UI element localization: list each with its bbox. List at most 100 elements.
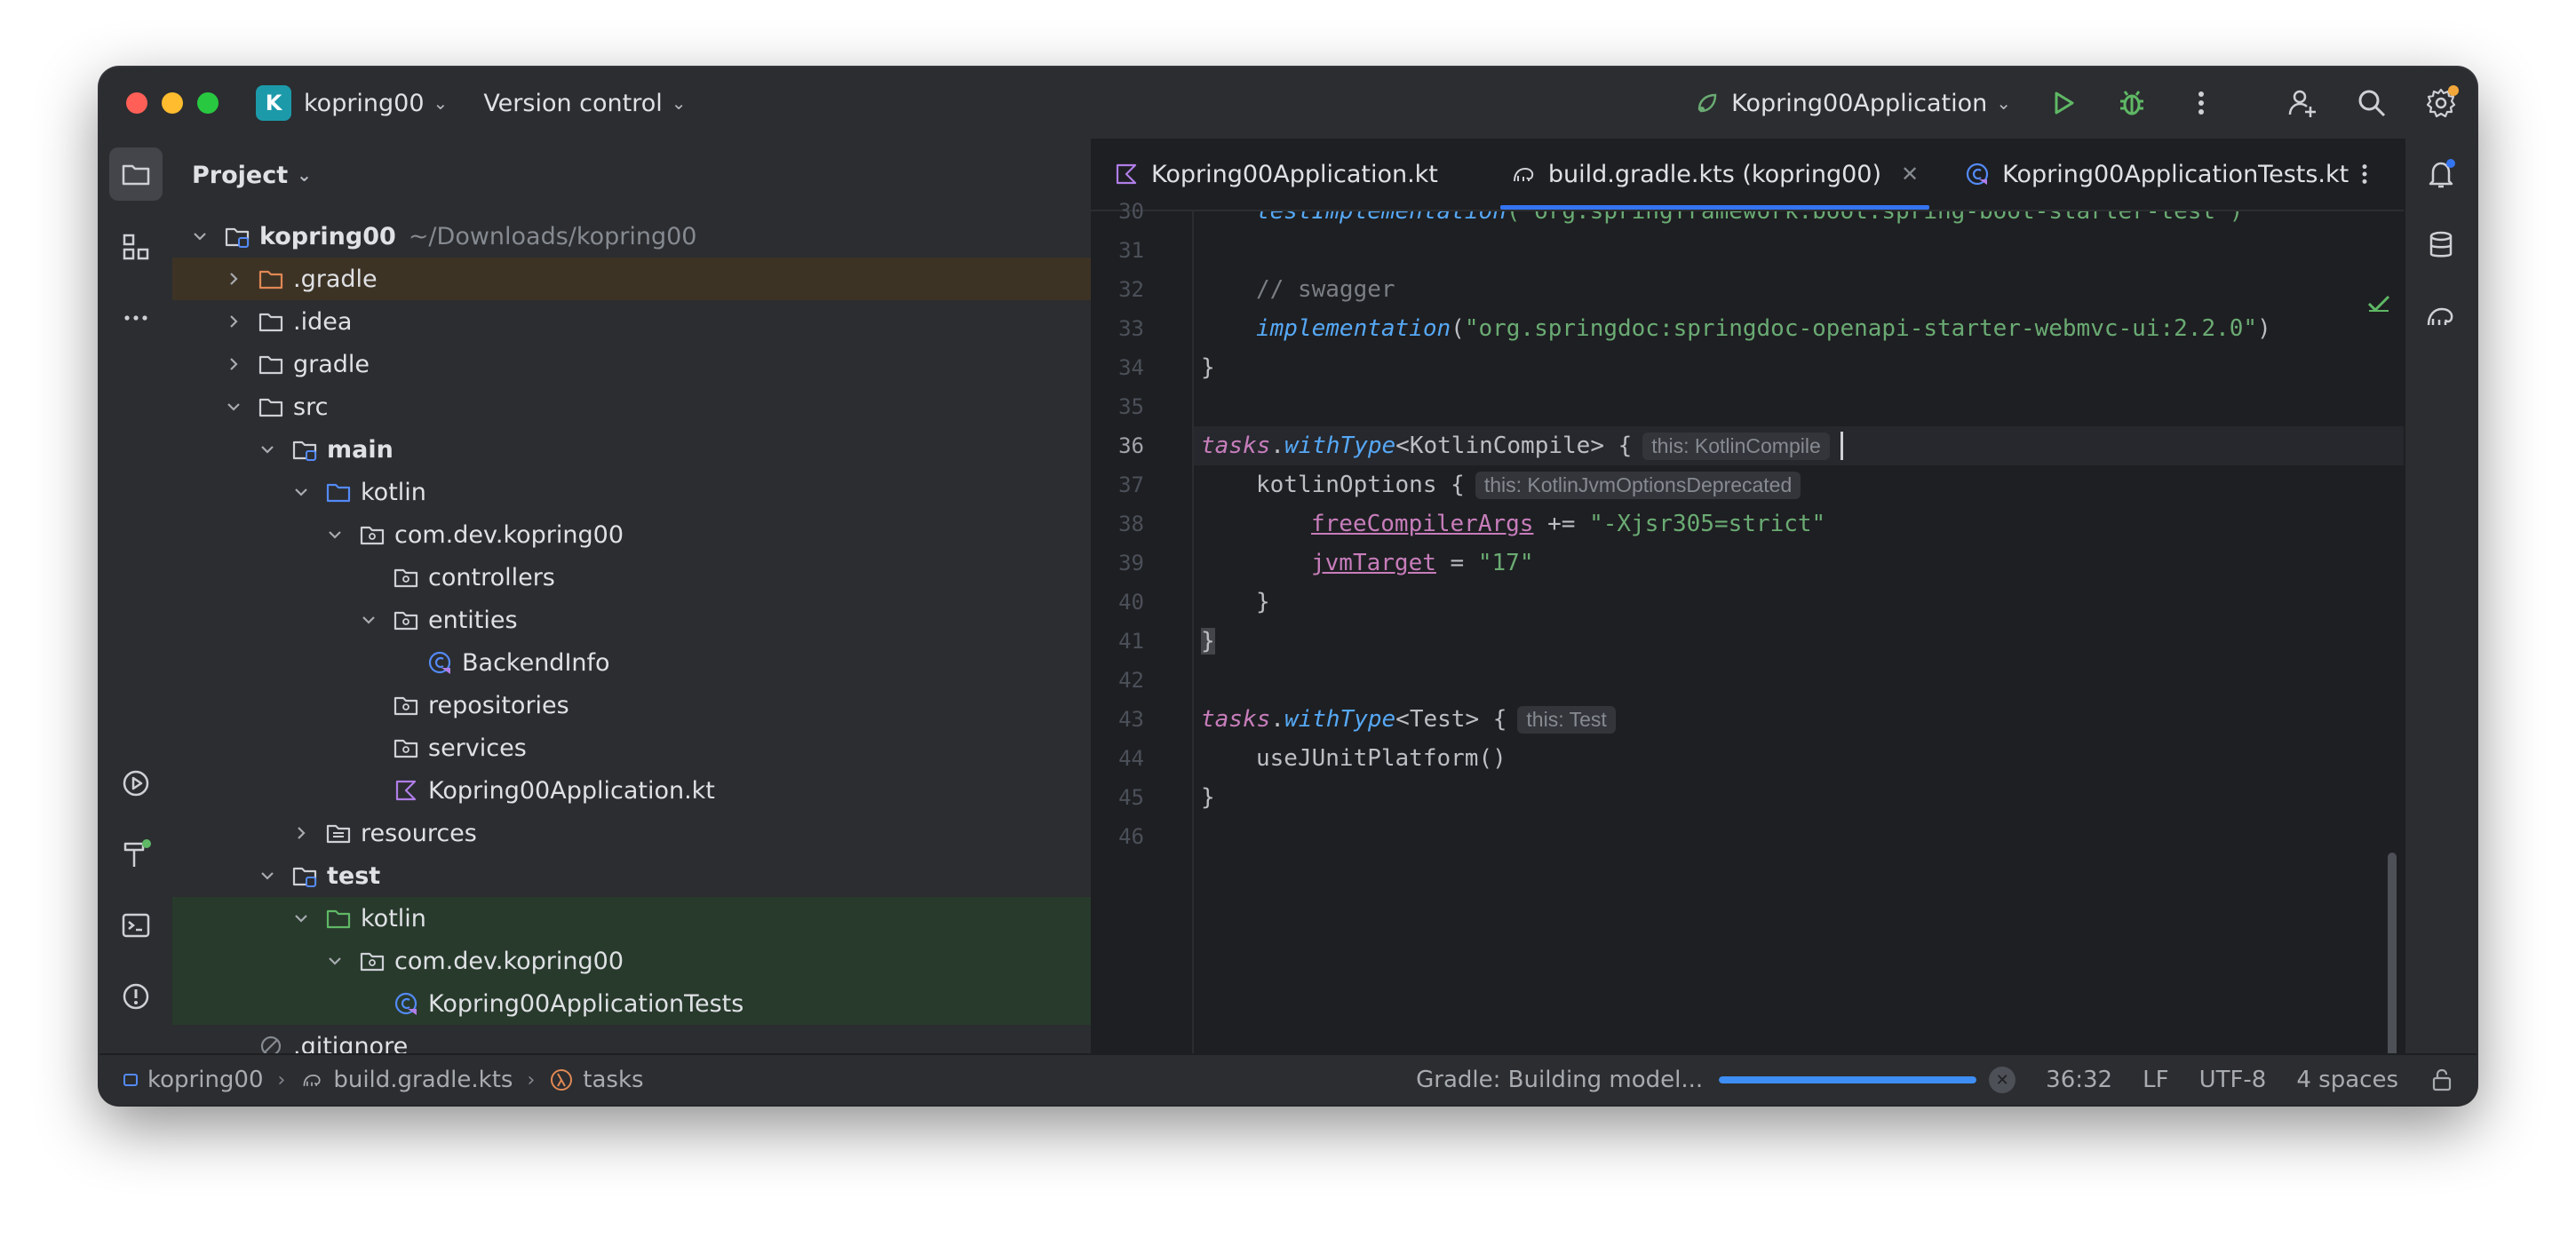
kotlin-file-icon: [393, 777, 419, 804]
tree-item[interactable]: resources: [172, 812, 1091, 854]
run-configuration-selector[interactable]: Kopring00Application ⌄: [1694, 90, 2011, 117]
code-token: }: [1201, 354, 1215, 381]
tab-kopring00-application[interactable]: Kopring00Application.kt: [1091, 139, 1461, 210]
tree-item[interactable]: .gradle: [172, 258, 1091, 300]
package-icon: [393, 692, 419, 718]
chevron-down-icon[interactable]: [224, 397, 243, 417]
debug-button[interactable]: [2114, 85, 2150, 121]
line-separator[interactable]: LF: [2143, 1067, 2168, 1093]
breadcrumb-project[interactable]: kopring00: [147, 1067, 264, 1093]
tabs-more-button[interactable]: [2347, 156, 2382, 192]
structure-tool-button[interactable]: [109, 220, 163, 274]
tree-item-label: com.dev.kopring00: [394, 947, 624, 975]
chevron-down-icon[interactable]: [325, 525, 345, 544]
tree-item[interactable]: com.dev.kopring00: [172, 940, 1091, 982]
settings-button[interactable]: [2423, 85, 2459, 121]
no-problems-check-icon[interactable]: [2366, 293, 2391, 314]
project-selector[interactable]: kopring00 ⌄: [304, 90, 448, 117]
code-line-37: kotlinOptions {this: KotlinJvmOptionsDep…: [1194, 465, 2404, 504]
code-with-me-button[interactable]: [2285, 85, 2320, 121]
chevron-down-icon[interactable]: [291, 909, 311, 928]
indent-setting[interactable]: 4 spaces: [2296, 1067, 2398, 1093]
lock-icon[interactable]: [2429, 1067, 2455, 1093]
tree-item[interactable]: controllers: [172, 556, 1091, 599]
tree-item[interactable]: repositories: [172, 684, 1091, 726]
tree-item[interactable]: gradle: [172, 343, 1091, 385]
project-name: kopring00: [304, 89, 425, 117]
code-editor[interactable]: testImplementation ("org.springframework.…: [1194, 211, 2404, 1055]
chevron-down-icon[interactable]: [258, 440, 277, 459]
tree-item[interactable]: Kopring00Application.kt: [172, 769, 1091, 812]
notifications-tool-button[interactable]: [2423, 156, 2459, 192]
tree-item[interactable]: kotlin: [172, 471, 1091, 513]
chevron-down-icon[interactable]: [258, 866, 277, 885]
chevron-right-icon[interactable]: [291, 823, 311, 843]
code-line-38: freeCompilerArgs += "-Xjsr305=strict": [1194, 504, 2404, 544]
cancel-task-button[interactable]: ✕: [1989, 1067, 2016, 1093]
window-controls: [126, 92, 219, 114]
chevron-right-icon[interactable]: [224, 354, 243, 374]
tree-item[interactable]: Kopring00ApplicationTests: [172, 982, 1091, 1025]
close-icon[interactable]: ✕: [1901, 162, 1919, 186]
editor-area: Kopring00Application.kt build.gradle.kts…: [1091, 139, 2404, 1055]
breadcrumb-file[interactable]: build.gradle.kts: [333, 1067, 513, 1093]
tab-kopring00-application-tests[interactable]: Kopring00ApplicationTests.kt: [1942, 139, 2372, 210]
project-tool-button[interactable]: [109, 147, 163, 201]
chevron-down-icon[interactable]: [190, 226, 210, 246]
tab-build-gradle[interactable]: build.gradle.kts (kopring00) ✕: [1488, 139, 1942, 210]
chevron-down-icon[interactable]: [359, 610, 378, 630]
minimize-window-button[interactable]: [162, 92, 183, 114]
services-tool-button[interactable]: [109, 757, 163, 810]
project-panel-header[interactable]: Project ⌄: [172, 139, 1091, 211]
build-tool-button[interactable]: [109, 828, 163, 881]
warning-circle-icon: [123, 983, 149, 1010]
database-tool-button[interactable]: [2423, 227, 2459, 263]
vertical-scrollbar[interactable]: [2388, 853, 2397, 1055]
problems-tool-button[interactable]: [109, 970, 163, 1023]
tree-item[interactable]: main: [172, 428, 1091, 471]
status-bar: kopring00 › build.gradle.kts › tasks Gra…: [99, 1053, 2477, 1105]
search-everywhere-button[interactable]: [2354, 85, 2389, 121]
tree-item-label: kopring00: [259, 222, 396, 250]
close-window-button[interactable]: [126, 92, 147, 114]
run-button[interactable]: [2045, 85, 2080, 121]
tree-item-label: kotlin: [361, 478, 426, 506]
tree-item[interactable]: .idea: [172, 300, 1091, 343]
terminal-tool-button[interactable]: [109, 899, 163, 952]
tree-item[interactable]: services: [172, 726, 1091, 769]
tree-item[interactable]: BackendInfo: [172, 641, 1091, 684]
project-badge[interactable]: K: [256, 85, 291, 121]
project-panel: Project ⌄ kopring00 ~/Downloads/kopring00…: [172, 139, 1093, 1055]
module-folder-icon: [291, 436, 318, 463]
chevron-down-icon[interactable]: [291, 482, 311, 502]
version-control-menu[interactable]: Version control ⌄: [483, 90, 686, 117]
tree-item[interactable]: test: [172, 854, 1091, 897]
database-icon: [2429, 231, 2453, 258]
file-encoding[interactable]: UTF-8: [2199, 1067, 2267, 1093]
chevron-down-icon: ⌄: [1996, 92, 2011, 114]
chevron-right-icon[interactable]: [224, 312, 243, 331]
background-task-label[interactable]: Gradle: Building model...: [1416, 1067, 1703, 1093]
chevron-down-icon: ⌄: [433, 92, 449, 114]
tree-item[interactable]: kopring00 ~/Downloads/kopring00: [172, 215, 1091, 258]
zoom-window-button[interactable]: [197, 92, 219, 114]
breadcrumb-symbol[interactable]: tasks: [583, 1067, 643, 1093]
tree-item[interactable]: com.dev.kopring00: [172, 513, 1091, 556]
tree-item[interactable]: entities: [172, 599, 1091, 641]
caret-position[interactable]: 36:32: [2046, 1067, 2112, 1093]
chevron-right-icon[interactable]: [224, 269, 243, 289]
gradle-tool-button[interactable]: [2423, 298, 2459, 334]
code-string: "-Xjsr305=strict": [1589, 511, 1826, 537]
tree-item-label: repositories: [428, 691, 569, 719]
code-token: }: [1256, 589, 1270, 615]
more-tools-button[interactable]: [109, 291, 163, 345]
line-number: 37: [1118, 472, 1144, 497]
code-token: (: [1451, 315, 1465, 342]
chevron-down-icon[interactable]: [325, 951, 345, 971]
tree-item[interactable]: kotlin: [172, 897, 1091, 940]
code-property: jvmTarget: [1311, 550, 1436, 576]
more-actions-button[interactable]: [2183, 85, 2219, 121]
tree-item[interactable]: .gitignore: [172, 1025, 1091, 1055]
kotlin-class-icon: [1966, 163, 1989, 186]
tree-item[interactable]: src: [172, 385, 1091, 428]
